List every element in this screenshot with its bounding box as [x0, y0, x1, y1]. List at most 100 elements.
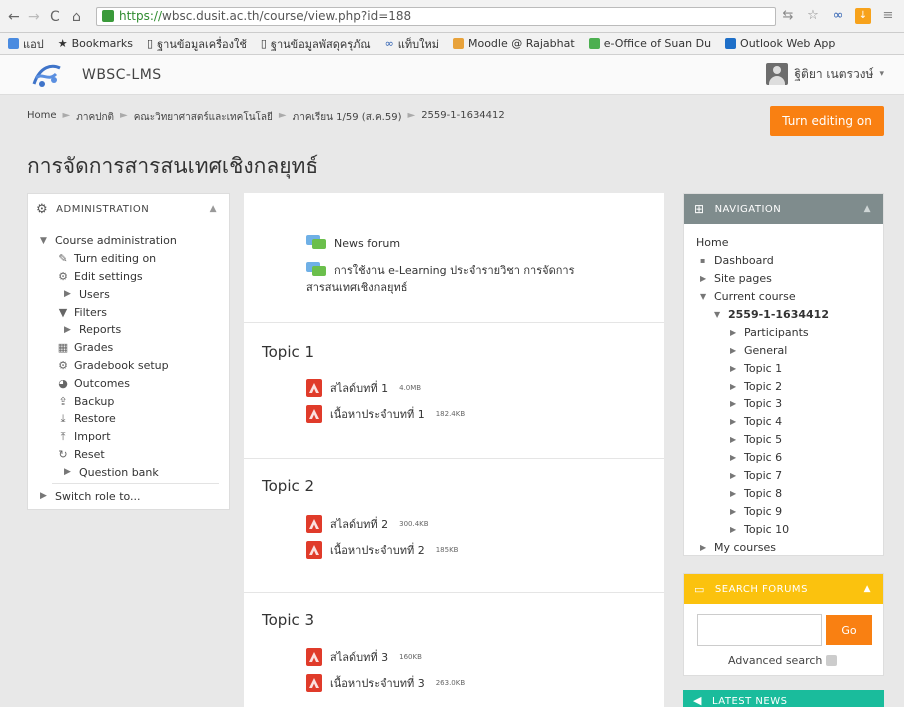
resource-activity[interactable]: สไลด์บทที่ 2 300.4KB [306, 515, 429, 533]
bookmark-apps[interactable]: แอป [8, 35, 44, 53]
resource-activity[interactable]: เนื้อหาประจำบทที่ 1 182.4KB [306, 405, 465, 423]
nav-topic[interactable]: ▶ Topic 4 [696, 413, 883, 431]
nav-participants[interactable]: ▶ Participants [696, 323, 883, 341]
nav-topic[interactable]: ▶ Topic 1 [696, 359, 883, 377]
collapsed-triangle-icon: ▶ [730, 488, 737, 498]
advanced-search-link[interactable]: Advanced search [728, 654, 838, 667]
admin-reports[interactable]: ▶ Reports [40, 321, 229, 339]
collapsed-triangle-icon: ▶ [730, 471, 737, 481]
collapse-icon[interactable]: ▲ [210, 204, 217, 214]
extension-icon[interactable]: ∞ [830, 8, 846, 24]
breadcrumb-semester[interactable]: ภาคเรียน 1/59 (ส.ค.59) [293, 110, 402, 125]
address-bar[interactable]: https://wbsc.dusit.ac.th/course/view.php… [96, 7, 776, 26]
caret-down-icon: ▾ [879, 69, 884, 79]
go-button[interactable]: Go [826, 615, 872, 645]
admin-filters[interactable]: ▼ Filters [40, 303, 229, 321]
reload-icon[interactable]: C [50, 9, 60, 25]
news-forum-activity[interactable]: News forum [306, 235, 400, 251]
admin-edit-settings[interactable]: ⚙ Edit settings [40, 268, 229, 286]
admin-import[interactable]: ⤒ Import [40, 428, 229, 446]
admin-switch-role[interactable]: ▶ Switch role to... [40, 487, 229, 505]
nav-my-courses[interactable]: ▶ My courses [696, 538, 883, 556]
collapsed-triangle-icon: ▶ [730, 327, 737, 337]
admin-gradebook-setup[interactable]: ⚙ Gradebook setup [40, 357, 229, 375]
forum-icon [306, 262, 326, 278]
administration-title: ADMINISTRATION [56, 203, 150, 215]
admin-outcomes[interactable]: ◕ Outcomes [40, 374, 229, 392]
administration-header: ⚙ ADMINISTRATION ▲ [28, 194, 229, 224]
nav-topic[interactable]: ▶ Topic 6 [696, 449, 883, 467]
nav-topic[interactable]: ▶ Topic 2 [696, 377, 883, 395]
topic-title: Topic 2 [262, 477, 315, 495]
nav-topic[interactable]: ▶ Topic 8 [696, 484, 883, 502]
user-menu[interactable]: ฐิติยา เนตรวงษ์ ▾ [766, 63, 884, 85]
breadcrumb-home[interactable]: Home [27, 110, 57, 125]
elearning-forum-activity[interactable]: การใช้งาน e-Learning ประจำรายวิชา การจัด… [306, 261, 574, 279]
nav-course-code[interactable]: ▼ 2559-1-1634412 [696, 306, 883, 324]
extension-icon: ∞ [384, 37, 394, 50]
collapsed-triangle-icon: ▶ [730, 435, 737, 445]
help-icon[interactable] [826, 655, 838, 666]
collapsed-triangle-icon: ▶ [730, 363, 737, 373]
nav-topic[interactable]: ▶ Topic 10 [696, 520, 883, 538]
download-icon: ⤓ [60, 411, 66, 425]
resource-activity[interactable]: สไลด์บทที่ 3 160KB [306, 648, 422, 666]
site-logo-icon[interactable] [30, 60, 64, 90]
resource-activity[interactable]: เนื้อหาประจำบทที่ 3 263.0KB [306, 674, 465, 692]
site-name[interactable]: WBSC-LMS [82, 67, 162, 83]
star-icon[interactable]: ☆ [805, 8, 821, 24]
admin-turn-editing-on[interactable]: ✎ Turn editing on [40, 250, 229, 268]
admin-users[interactable]: ▶ Users [40, 285, 229, 303]
bookmark-item[interactable]: ▯ ฐานข้อมูลเครื่องใช้ [147, 35, 247, 53]
collapsed-triangle-icon: ▶ [730, 506, 737, 516]
course-administration[interactable]: ▼ Course administration [40, 232, 229, 250]
breadcrumb-faculty[interactable]: คณะวิทยาศาสตร์และเทคโนโลยี [134, 110, 273, 125]
download-extension-icon[interactable]: ↓ [855, 8, 871, 24]
bookmarks-bar: แอป ★ Bookmarks ▯ ฐานข้อมูลเครื่องใช้ ▯ ฐาน… [0, 33, 904, 55]
nav-topic[interactable]: ▶ Topic 3 [696, 395, 883, 413]
bookmark-item[interactable]: Moodle @ Rajabhat [452, 37, 575, 50]
nav-dashboard[interactable]: ▪ Dashboard [696, 252, 883, 270]
bookmark-item[interactable]: e-Office of Suan Du [588, 37, 711, 50]
outlook-icon [725, 38, 737, 49]
search-forums-input[interactable] [697, 614, 822, 646]
admin-grades[interactable]: ▦ Grades [40, 339, 229, 357]
menu-icon[interactable]: ≡ [880, 8, 896, 24]
nav-current-course[interactable]: ▼ Current course [696, 288, 883, 306]
turn-editing-on-button[interactable]: Turn editing on [770, 106, 884, 136]
forward-icon[interactable]: → [28, 9, 40, 25]
elearning-forum-activity-continued[interactable]: สารสนเทศเชิงกลยุทธ์ [306, 278, 407, 296]
bookmark-item[interactable]: ▯ ฐานข้อมูลพัสดุครุภัณ [261, 35, 371, 53]
nav-topic[interactable]: ▶ Topic 7 [696, 467, 883, 485]
resource-activity[interactable]: สไลด์บทที่ 1 4.0MB [306, 379, 421, 397]
nav-home[interactable]: Home [696, 234, 883, 252]
collapse-icon[interactable]: ▲ [864, 204, 871, 214]
collapse-icon[interactable]: ▲ [864, 584, 871, 594]
file-size: 185KB [435, 546, 459, 554]
nav-site-pages[interactable]: ▶ Site pages [696, 270, 883, 288]
page-title: การจัดการสารสนเทศเชิงกลยุทธ์ [27, 154, 319, 178]
bookmark-item[interactable]: ∞ แท็บใหม่ [385, 35, 439, 53]
home-icon[interactable]: ⌂ [72, 9, 81, 25]
breadcrumb-separator-icon: ► [278, 110, 287, 121]
admin-reset[interactable]: ↻ Reset [40, 446, 229, 464]
nav-topic[interactable]: ▶ Topic 5 [696, 431, 883, 449]
admin-restore[interactable]: ⤓ Restore [40, 410, 229, 428]
collapsed-triangle-icon: ▶ [700, 274, 707, 284]
bookmark-item[interactable]: Outlook Web App [725, 37, 835, 50]
translate-icon[interactable]: ⇆ [780, 8, 796, 24]
nav-general[interactable]: ▶ General [696, 341, 883, 359]
pencil-icon: ✎ [58, 252, 68, 266]
breadcrumb-course[interactable]: 2559-1-1634412 [421, 110, 505, 125]
admin-backup[interactable]: ⇪ Backup [40, 392, 229, 410]
nav-topic[interactable]: ▶ Topic 9 [696, 502, 883, 520]
bookmark-bookmarks[interactable]: ★ Bookmarks [58, 37, 133, 50]
navigation-title: NAVIGATION [714, 203, 782, 215]
url-scheme: https:// [119, 9, 163, 23]
table-icon: ▦ [57, 341, 69, 355]
latest-news-header: ◀ LATEST NEWS [683, 690, 884, 707]
admin-question-bank[interactable]: ▶ Question bank [40, 463, 229, 481]
back-icon[interactable]: ← [8, 9, 20, 25]
resource-activity[interactable]: เนื้อหาประจำบทที่ 2 185KB [306, 541, 458, 559]
breadcrumb-category[interactable]: ภาคปกติ [76, 110, 114, 125]
